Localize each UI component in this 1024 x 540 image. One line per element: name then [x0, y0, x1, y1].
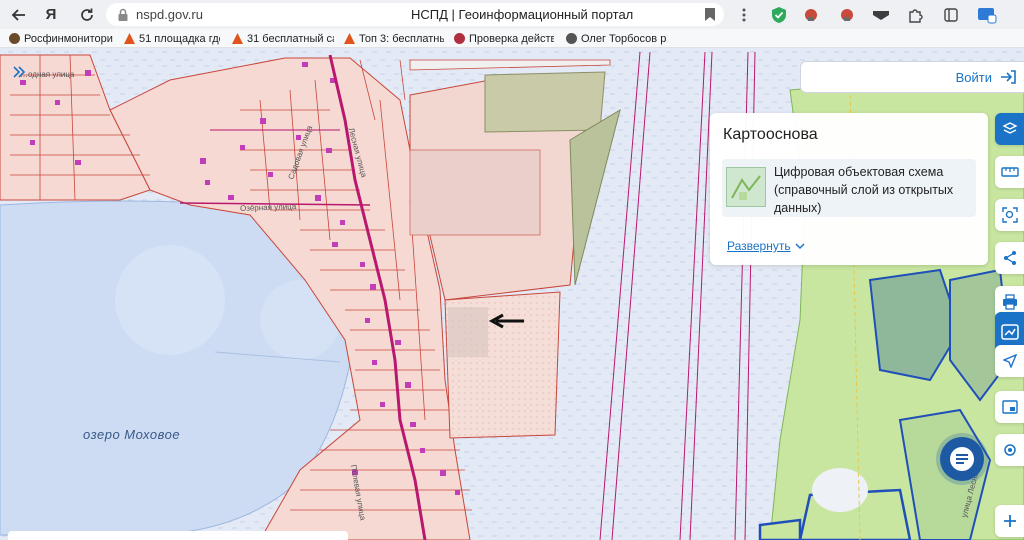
bookmark-favicon [344, 33, 355, 44]
yandex-button[interactable]: Я [36, 0, 66, 29]
ruler-icon [1000, 167, 1019, 177]
bookmark-label: 51 площадка где [139, 32, 220, 45]
map-mode-icon [1000, 324, 1019, 340]
measure-button[interactable] [995, 156, 1024, 188]
basemap-panel: Картооснова Цифровая объектовая схема (с… [710, 113, 988, 265]
menu-button[interactable] [733, 4, 755, 26]
bookmark-item[interactable]: Олег Торбосов р [566, 31, 676, 46]
sidebar-icon [13, 66, 26, 78]
lake-label: озеро Моховое [83, 427, 181, 442]
bookmark-item[interactable]: Проверка действ [454, 31, 554, 46]
download-icon [978, 8, 997, 24]
search-area-button[interactable] [995, 199, 1024, 231]
login-button[interactable]: Войти [800, 61, 1024, 93]
extension-3[interactable] [870, 4, 892, 26]
expand-label: Развернуть [727, 239, 791, 253]
zoom-in-icon [1003, 515, 1016, 527]
reload-button[interactable] [72, 0, 102, 29]
bookmark-item[interactable]: 51 площадка где [124, 31, 220, 46]
more-icon [742, 8, 746, 22]
basemap-layer-item[interactable]: Цифровая объектовая схема (справочный сл… [722, 159, 976, 217]
bookmarks-bar: Росфинмониторинг 51 площадка где 31 бесп… [0, 29, 1024, 48]
tabs-icon [944, 8, 958, 22]
profile-button[interactable] [976, 4, 998, 26]
search-area-icon [1001, 207, 1018, 223]
back-button[interactable] [4, 0, 34, 29]
map-thumbnail-icon [731, 175, 761, 200]
panel-view-icon [1001, 400, 1018, 414]
extensions-button[interactable] [904, 4, 926, 26]
chevron-down-icon [795, 242, 805, 249]
browser-toolbar: Я nspd.gov.ru НСПД | Геоинформационный п… [0, 0, 1024, 29]
url-text: nspd.gov.ru [136, 7, 203, 22]
extension-1[interactable] [800, 4, 822, 26]
bookmark-favicon [454, 33, 465, 44]
layer-thumbnail [726, 167, 766, 207]
chat-button[interactable] [940, 437, 984, 481]
bookmark-icon[interactable] [704, 7, 716, 22]
bookmark-favicon [232, 33, 243, 44]
bookmark-label: 31 бесплатный са [247, 32, 334, 45]
navigate-icon [1002, 354, 1017, 368]
bookmark-label: Олег Торбосов р [581, 32, 667, 45]
back-icon [11, 8, 25, 21]
layers-icon [1001, 122, 1018, 134]
bookmark-label: Топ 3: бесплатны [359, 32, 444, 45]
extension-2[interactable] [836, 4, 858, 26]
yandex-icon: Я [45, 6, 57, 23]
share-button[interactable] [995, 242, 1024, 274]
zoom-in-button[interactable] [995, 505, 1024, 537]
geolocation-icon [1003, 444, 1016, 456]
bookmark-item[interactable]: 31 бесплатный са [232, 31, 334, 46]
address-bar[interactable]: nspd.gov.ru НСПД | Геоинформационный пор… [106, 3, 724, 26]
extension-icon [805, 9, 817, 21]
share-icon [1003, 251, 1016, 265]
reload-icon [81, 8, 93, 21]
login-icon [1001, 70, 1016, 84]
chat-icon [950, 447, 974, 471]
login-label: Войти [955, 69, 992, 85]
layers-button[interactable] [995, 113, 1024, 145]
puzzle-icon [909, 9, 923, 23]
bookmark-item[interactable]: Топ 3: бесплатны [344, 31, 444, 46]
expand-link[interactable]: Развернуть [727, 239, 805, 253]
extension-shield[interactable] [768, 4, 790, 26]
page-title: НСПД | Геоинформационный портал [411, 7, 634, 22]
bottom-bar [8, 531, 348, 540]
bookmark-favicon [566, 33, 577, 44]
bookmark-label: Росфинмониторинг [24, 32, 113, 45]
bookmark-favicon [9, 33, 20, 44]
print-icon [1002, 294, 1017, 310]
tab-manager-button[interactable] [940, 4, 962, 26]
navigate-button[interactable] [995, 345, 1024, 377]
layer-name: Цифровая объектовая схема (справочный сл… [774, 165, 954, 215]
bookmark-favicon [124, 33, 135, 44]
geolocation-button[interactable] [995, 434, 1024, 466]
extension-icon [841, 9, 853, 21]
panel-title: Картооснова [723, 126, 818, 143]
lock-icon [118, 8, 128, 21]
extension-icon [873, 11, 889, 20]
shield-icon [772, 7, 786, 23]
bookmark-label: Проверка действ [469, 32, 554, 45]
bookmark-item[interactable]: Росфинмониторинг [9, 31, 113, 46]
sidebar-toggle[interactable] [8, 61, 30, 83]
view-button[interactable] [995, 391, 1024, 423]
